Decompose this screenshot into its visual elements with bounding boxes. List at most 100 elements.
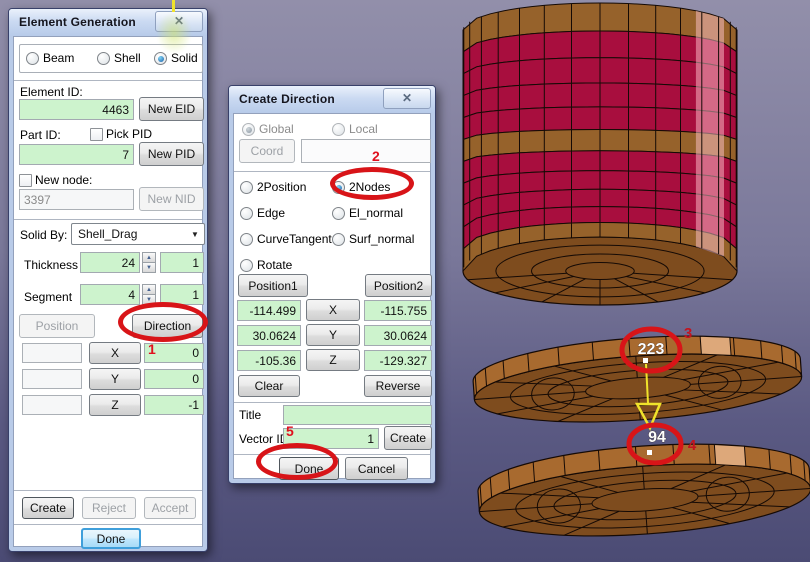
z-axis-button[interactable]: Z <box>89 394 141 416</box>
x-axis-button[interactable]: X <box>306 299 360 321</box>
accept-button: Accept <box>144 497 196 519</box>
surf-normal-radio[interactable] <box>332 233 345 246</box>
direction-y-field[interactable]: 0 <box>144 369 204 389</box>
new-eid-button[interactable]: New EID <box>139 97 204 121</box>
thickness-stepper[interactable]: ▲ ▼ <box>142 252 156 273</box>
point2-x-field[interactable]: -115.755 <box>364 300 432 321</box>
el-normal-radio-label: El_normal <box>349 206 404 220</box>
shell-radio-label: Shell <box>114 51 141 65</box>
annotation-step-4: 4 <box>688 437 697 454</box>
thickness-field[interactable]: 24 <box>80 252 140 273</box>
new-node-field[interactable]: 3397 <box>19 189 134 210</box>
shell-radio[interactable] <box>97 52 110 65</box>
beam-radio[interactable] <box>26 52 39 65</box>
close-icon[interactable]: ✕ <box>383 88 431 109</box>
direction-button[interactable]: Direction <box>132 314 203 338</box>
dialog-title: Element Generation <box>19 15 136 29</box>
spinner-down-icon[interactable]: ▼ <box>142 262 156 273</box>
surf-normal-radio-label: Surf_normal <box>349 232 415 246</box>
direction-x-field[interactable]: 0 <box>144 343 204 363</box>
new-pid-button[interactable]: New PID <box>139 142 204 166</box>
global-radio-label: Global <box>259 122 294 136</box>
position-z-field[interactable] <box>22 395 82 415</box>
node-label-223[interactable]: 223 <box>637 341 665 359</box>
title-field[interactable] <box>283 405 432 425</box>
reverse-button[interactable]: Reverse <box>364 375 432 397</box>
x-axis-button[interactable]: X <box>89 342 141 364</box>
rotate-radio[interactable] <box>240 259 253 272</box>
pick-pid-label: Pick PID <box>106 127 153 141</box>
position-y-field[interactable] <box>22 369 82 389</box>
create-button[interactable]: Create <box>22 497 74 519</box>
point1-x-field[interactable]: -114.499 <box>237 300 301 321</box>
point1-z-field[interactable]: -105.36 <box>237 350 301 371</box>
element-generation-titlebar[interactable]: Element Generation ✕ <box>9 9 207 36</box>
clear-button[interactable]: Clear <box>238 375 300 397</box>
segment-field[interactable]: 4 <box>80 284 140 305</box>
curvetangent-radio-label: CurveTangent <box>257 232 332 246</box>
create-direction-titlebar[interactable]: Create Direction ✕ <box>229 86 435 113</box>
solid-radio[interactable] <box>154 52 167 65</box>
vector-id-label: Vector ID <box>239 432 289 446</box>
point2-z-field[interactable]: -129.327 <box>364 350 432 371</box>
y-axis-button[interactable]: Y <box>306 324 360 346</box>
pick-pid-checkbox[interactable] <box>90 128 103 141</box>
2nodes-radio-label: 2Nodes <box>349 180 391 194</box>
new-node-checkbox[interactable] <box>19 174 32 187</box>
create-button[interactable]: Create <box>384 426 432 450</box>
el-normal-radio[interactable] <box>332 207 345 220</box>
point1-y-field[interactable]: 30.0624 <box>237 325 301 346</box>
new-node-label: New node: <box>35 173 93 187</box>
vector-id-field[interactable]: 1 <box>283 428 379 449</box>
chevron-down-icon: ▼ <box>191 229 199 239</box>
annotation-step-3: 3 <box>684 325 692 342</box>
edge-radio-label: Edge <box>257 206 286 220</box>
done-button[interactable]: Done <box>81 528 141 549</box>
node-label-94[interactable]: 94 <box>648 429 666 447</box>
element-id-field[interactable]: 4463 <box>19 99 134 120</box>
node-marker-94[interactable] <box>647 450 652 455</box>
curvetangent-radio[interactable] <box>240 233 253 246</box>
element-generation-dialog: Element Generation ✕ Beam Shell Solid El… <box>8 8 208 552</box>
position1-button[interactable]: Position1 <box>238 274 308 297</box>
application-window: { "icons": { "close": "✕", "dropdown": "… <box>0 0 810 562</box>
2position-radio[interactable] <box>240 181 253 194</box>
solid-by-label: Solid By: <box>20 228 68 242</box>
dialog-title: Create Direction <box>239 92 335 106</box>
point2-y-field[interactable]: 30.0624 <box>364 325 432 346</box>
spinner-up-icon[interactable]: ▲ <box>142 284 156 294</box>
solid-radio-label: Solid <box>171 51 198 65</box>
rotate-radio-label: Rotate <box>257 258 293 272</box>
done-button[interactable]: Done <box>279 457 339 480</box>
cancel-button[interactable]: Cancel <box>345 457 408 480</box>
element-id-label: Element ID: <box>20 85 83 99</box>
spinner-down-icon[interactable]: ▼ <box>142 294 156 305</box>
element-generation-body: Beam Shell Solid Element ID: 4463 New EI… <box>13 36 205 549</box>
solid-by-dropdown[interactable]: Shell_Drag ▼ <box>71 223 205 245</box>
new-nid-button: New NID <box>139 187 204 211</box>
segment-mult-field[interactable]: 1 <box>160 284 204 305</box>
position-x-field[interactable] <box>22 343 82 363</box>
title-label: Title <box>239 408 262 422</box>
spinner-up-icon[interactable]: ▲ <box>142 252 156 262</box>
segment-stepper[interactable]: ▲ ▼ <box>142 284 156 305</box>
z-axis-button[interactable]: Z <box>306 349 360 371</box>
2position-radio-label: 2Position <box>257 180 307 194</box>
direction-z-field[interactable]: -1 <box>144 395 204 415</box>
local-radio-label: Local <box>349 122 378 136</box>
coord-field <box>301 139 431 163</box>
edge-radio[interactable] <box>240 207 253 220</box>
2nodes-radio[interactable] <box>332 181 345 194</box>
node-marker-223[interactable] <box>643 358 648 363</box>
reject-button: Reject <box>82 497 136 519</box>
global-radio <box>242 123 255 136</box>
thickness-mult-field[interactable]: 1 <box>160 252 204 273</box>
solid-by-value: Shell_Drag <box>78 227 138 241</box>
position2-button[interactable]: Position2 <box>365 274 432 297</box>
local-radio <box>332 123 345 136</box>
position-button: Position <box>19 314 95 338</box>
close-icon[interactable]: ✕ <box>155 11 203 32</box>
y-axis-button[interactable]: Y <box>89 368 141 390</box>
coord-button: Coord <box>239 139 295 163</box>
part-id-field[interactable]: 7 <box>19 144 134 165</box>
